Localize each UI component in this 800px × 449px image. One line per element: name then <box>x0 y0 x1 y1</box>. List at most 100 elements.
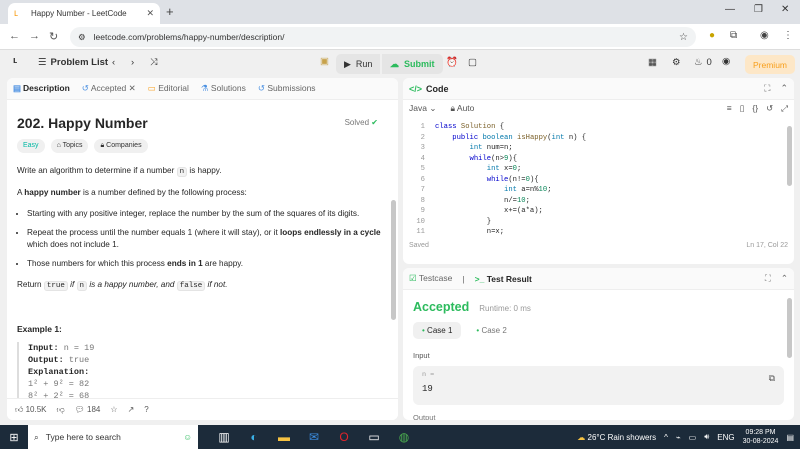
braces-icon[interactable]: {} <box>752 103 758 114</box>
tab-test-result[interactable]: >_ Test Result <box>475 274 532 284</box>
run-button[interactable]: ▶ Run <box>336 54 381 74</box>
result-scrollbar[interactable] <box>787 298 792 358</box>
windows-start-icon[interactable]: ⊞ <box>0 431 28 444</box>
editor-scrollbar[interactable] <box>787 126 792 186</box>
auto-mode-toggle[interactable]: 🔒︎ Auto <box>450 103 474 114</box>
code-text[interactable]: x+=(a*a); <box>435 206 543 217</box>
code-line[interactable]: 2 public boolean isHappy(int n) { <box>403 133 794 144</box>
code-text[interactable]: while(n>9){ <box>435 154 518 165</box>
code-text[interactable]: public boolean isHappy(int n) { <box>435 133 586 144</box>
code-line[interactable]: 8 n/=10; <box>403 196 794 207</box>
omnibox[interactable]: ⚙ leetcode.com/problems/happy-number/des… <box>70 27 696 47</box>
volume-icon[interactable]: 🔊︎ <box>704 432 709 442</box>
format-icon[interactable]: ≡ <box>727 103 732 114</box>
settings-gear-icon[interactable]: ⚙ <box>672 57 681 68</box>
expand-icon[interactable]: ⤢ <box>781 103 788 114</box>
language-indicator[interactable]: ENG <box>717 433 734 442</box>
close-tab-accepted-icon[interactable]: ✕ <box>129 83 136 93</box>
code-line[interactable]: 4 while(n>9){ <box>403 154 794 165</box>
code-line[interactable]: 11 n=x; <box>403 227 794 238</box>
code-line[interactable]: 5 int x=0; <box>403 164 794 175</box>
tab-submissions[interactable]: ↺ Submissions <box>258 83 316 94</box>
problem-list-button[interactable]: ☰ Problem List <box>38 57 108 68</box>
streak-counter[interactable]: ♨ 0 <box>694 57 712 68</box>
clock[interactable]: 09:28 PM 30-08-2024 <box>743 428 779 446</box>
topics-tag[interactable]: ⌂ Topics <box>50 139 89 153</box>
tab-editorial[interactable]: ▭ Editorial <box>148 83 189 94</box>
prev-problem-icon[interactable]: ‹ <box>112 57 115 68</box>
random-problem-icon[interactable]: ⤨ <box>150 57 158 68</box>
code-text[interactable]: } <box>435 217 491 228</box>
case-2-tab[interactable]: • Case 2 <box>467 322 515 339</box>
user-avatar[interactable]: ◉ <box>722 56 730 67</box>
notes-icon[interactable]: ▢ <box>468 57 477 68</box>
url-text[interactable]: leetcode.com/problems/happy-number/descr… <box>94 32 285 42</box>
reload-icon[interactable]: ↻ <box>49 30 58 43</box>
like-button[interactable]: 👍︎ 10.5K <box>15 405 47 415</box>
notifications-icon[interactable]: ▤ <box>786 433 794 442</box>
extensions-puzzle-icon[interactable]: ⧉ <box>730 30 737 41</box>
maximize-result-icon[interactable]: ⛶ <box>765 273 771 284</box>
minimize-icon[interactable]: — <box>725 4 735 15</box>
tray-chevron-icon[interactable]: ^ <box>664 433 668 442</box>
maximize-icon[interactable]: ⛶ <box>764 83 770 94</box>
code-text[interactable]: class Solution { <box>435 122 504 133</box>
code-text[interactable]: int a=n%10; <box>435 185 552 196</box>
restore-icon[interactable]: ❐ <box>754 4 763 15</box>
layout-icon[interactable]: ▦ <box>648 57 657 68</box>
case-1-tab[interactable]: • Case 1 <box>413 322 462 339</box>
chrome-menu-icon[interactable]: ⋮ <box>783 30 793 41</box>
profile-avatar-icon[interactable]: ◉ <box>760 30 769 41</box>
code-line[interactable]: 1 class Solution { <box>403 122 794 133</box>
leetcode-logo-icon[interactable]: ʟ <box>13 55 17 66</box>
task-view-icon[interactable]: ▥ <box>216 430 232 444</box>
extension-icon[interactable]: ● <box>709 30 715 41</box>
next-problem-icon[interactable]: › <box>131 57 134 68</box>
bookmark-star-icon[interactable]: ☆ <box>679 32 688 43</box>
close-window-icon[interactable]: ✕ <box>781 4 789 15</box>
mail-icon[interactable]: ✉ <box>306 430 322 444</box>
code-text[interactable]: int num=n; <box>435 143 513 154</box>
code-text[interactable]: n=x; <box>435 227 504 238</box>
code-editor[interactable]: 1 class Solution {2 public boolean isHapp… <box>403 116 794 236</box>
code-text[interactable]: n/=10; <box>435 196 530 207</box>
new-tab-icon[interactable]: + <box>166 4 174 19</box>
edge-browser-icon[interactable]: ◐ <box>246 430 262 444</box>
collapse-result-icon[interactable]: ⌃ <box>781 273 788 284</box>
close-tab-icon[interactable]: ✕ <box>146 8 154 19</box>
help-icon[interactable]: ? <box>144 405 148 414</box>
reset-icon[interactable]: ↺ <box>766 103 773 114</box>
dislike-icon[interactable]: 👎︎ <box>57 405 65 415</box>
file-explorer-icon[interactable]: ▬ <box>276 430 292 444</box>
chrome-icon[interactable]: ◍ <box>396 430 412 444</box>
comments-button[interactable]: 💬︎ 184 <box>75 405 101 414</box>
premium-button[interactable]: Premium <box>745 55 796 74</box>
network-icon[interactable]: ⌁ <box>676 433 681 442</box>
taskbar-search[interactable]: ⌕ Type here to search ☺ <box>28 425 198 449</box>
site-info-icon[interactable]: ⚙ <box>78 32 86 43</box>
battery-icon[interactable]: ▭ <box>689 433 697 442</box>
debugger-icon[interactable]: ▣ <box>320 56 329 67</box>
back-icon[interactable]: ← <box>9 30 20 42</box>
tab-description[interactable]: ▤ Description <box>13 83 70 94</box>
tab-accepted[interactable]: ↺ Accepted ✕ <box>82 83 136 94</box>
share-icon[interactable]: ↗ <box>128 405 135 414</box>
language-select[interactable]: Java ⌄ <box>409 103 436 114</box>
timer-icon[interactable]: ⏰ <box>446 57 458 68</box>
submit-button[interactable]: ☁ Submit <box>382 54 443 74</box>
opera-icon[interactable]: O <box>336 430 352 444</box>
terminal-app-icon[interactable]: ▭ <box>366 430 382 444</box>
browser-tab[interactable]: ʟ Happy Number - LeetCode ✕ <box>8 3 160 24</box>
companies-tag[interactable]: 🔒︎ Companies <box>94 139 148 153</box>
tab-solutions[interactable]: ⚗ Solutions <box>201 83 246 94</box>
code-text[interactable]: int x=0; <box>435 164 522 175</box>
code-line[interactable]: 3 int num=n; <box>403 143 794 154</box>
tab-testcase[interactable]: ☑ Testcase <box>409 273 452 284</box>
favorite-star-icon[interactable]: ☆ <box>110 405 117 414</box>
description-scrollbar[interactable] <box>391 200 396 320</box>
code-text[interactable]: while(n!=0){ <box>435 175 539 186</box>
code-line[interactable]: 7 int a=n%10; <box>403 185 794 196</box>
forward-icon[interactable]: → <box>29 30 40 42</box>
code-line[interactable]: 9 x+=(a*a); <box>403 206 794 217</box>
bookmark-icon[interactable]: ▯ <box>740 103 745 114</box>
